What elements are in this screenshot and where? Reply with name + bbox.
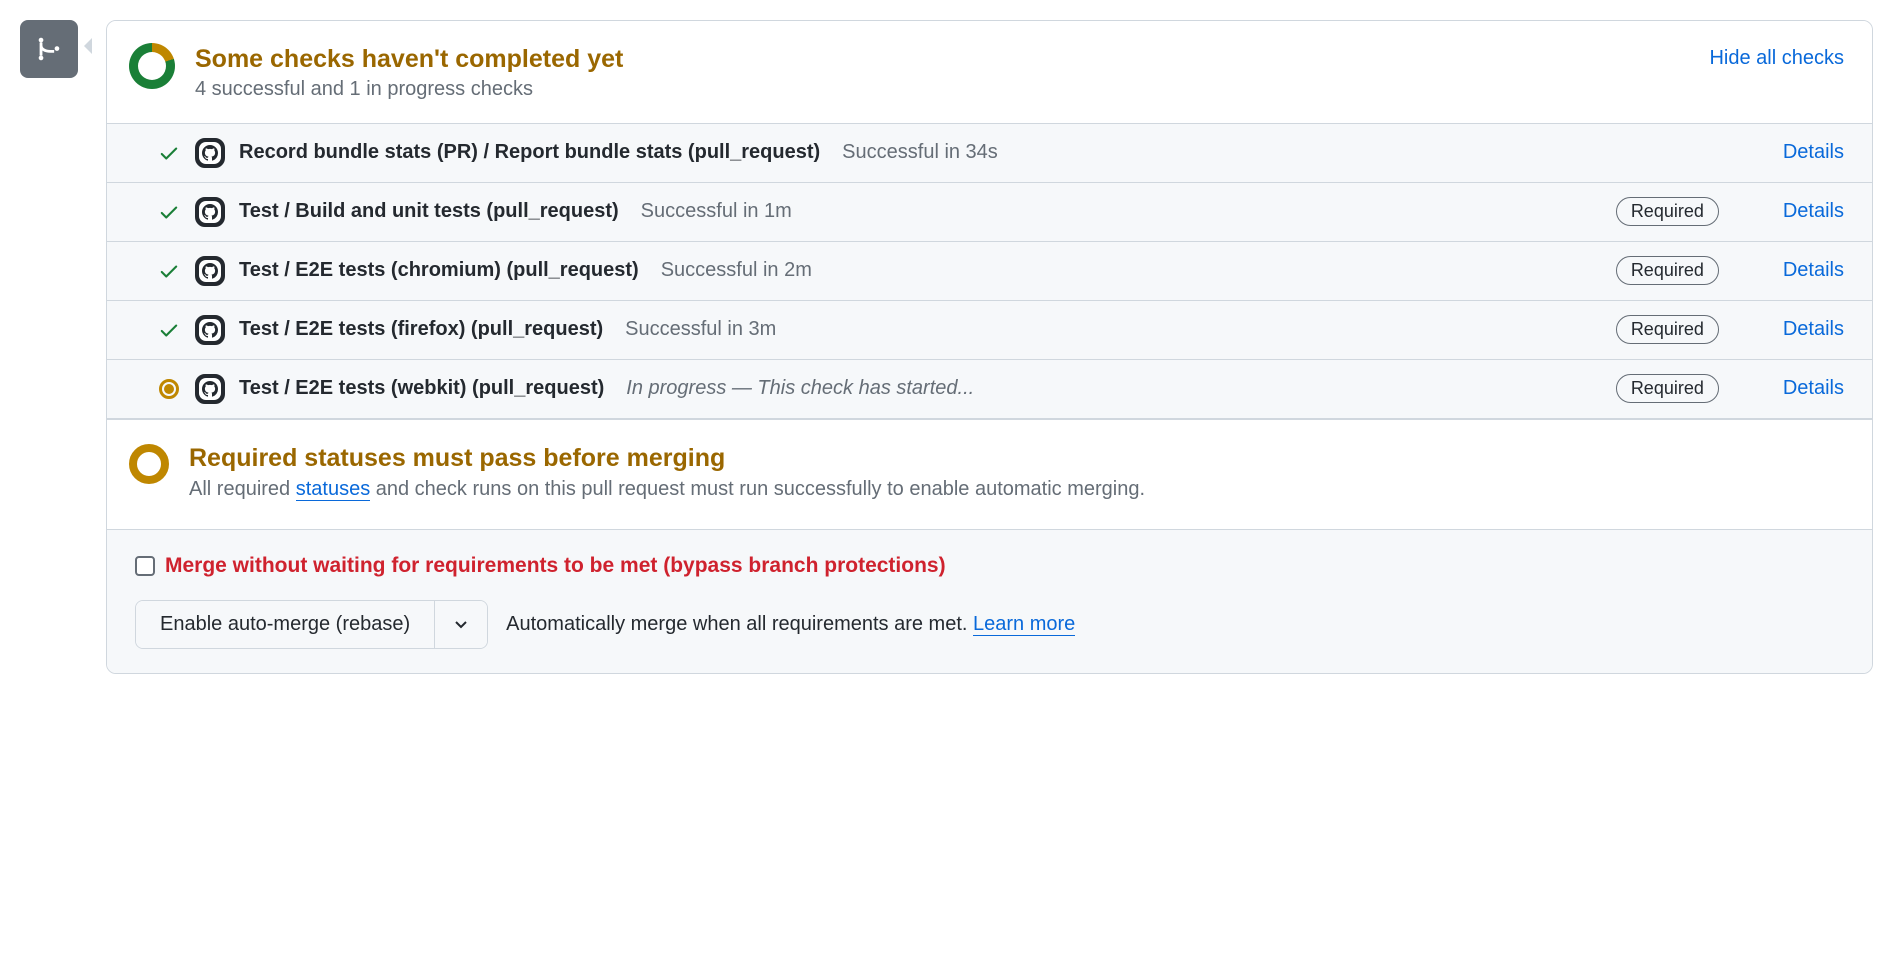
checks-subtitle: 4 successful and 1 in progress checks xyxy=(195,78,1689,101)
check-details-link[interactable]: Details xyxy=(1783,200,1844,223)
learn-more-link[interactable]: Learn more xyxy=(973,613,1075,636)
check-row: Test / E2E tests (firefox) (pull_request… xyxy=(107,301,1872,360)
check-status-text: Successful in 1m xyxy=(641,200,792,223)
checks-title: Some checks haven't completed yet xyxy=(195,43,1689,76)
pending-ring-icon xyxy=(129,444,169,484)
merge-footer: Merge without waiting for requirements t… xyxy=(107,529,1872,673)
required-statuses-section: Required statuses must pass before mergi… xyxy=(107,419,1872,530)
check-row: Test / Build and unit tests (pull_reques… xyxy=(107,183,1872,242)
check-details-link[interactable]: Details xyxy=(1783,318,1844,341)
checks-list: Record bundle stats (PR) / Report bundle… xyxy=(107,123,1872,419)
check-status-text: Successful in 3m xyxy=(625,318,776,341)
enable-auto-merge-button[interactable]: Enable auto-merge (rebase) xyxy=(136,601,435,648)
git-merge-icon xyxy=(20,20,78,78)
check-name: Test / Build and unit tests (pull_reques… xyxy=(239,200,619,223)
check-row: Test / E2E tests (chromium) (pull_reques… xyxy=(107,242,1872,301)
required-badge: Required xyxy=(1616,374,1719,403)
check-icon xyxy=(158,319,180,341)
checks-header: Some checks haven't completed yet 4 succ… xyxy=(107,21,1872,123)
required-badge: Required xyxy=(1616,256,1719,285)
required-subtitle: All required statuses and check runs on … xyxy=(189,478,1145,501)
required-title: Required statuses must pass before mergi… xyxy=(189,442,1145,475)
donut-progress-icon xyxy=(129,43,175,89)
check-icon xyxy=(158,201,180,223)
check-details-link[interactable]: Details xyxy=(1783,259,1844,282)
check-row: Test / E2E tests (webkit) (pull_request)… xyxy=(107,360,1872,419)
github-actions-icon xyxy=(195,197,225,227)
in-progress-icon xyxy=(159,379,179,399)
caret-down-icon xyxy=(455,621,467,629)
bypass-checkbox[interactable] xyxy=(135,556,155,576)
auto-merge-description: Automatically merge when all requirement… xyxy=(506,613,1075,636)
check-name: Record bundle stats (PR) / Report bundle… xyxy=(239,141,820,164)
check-status-text: Successful in 34s xyxy=(842,141,998,164)
bypass-label[interactable]: Merge without waiting for requirements t… xyxy=(165,554,946,578)
github-actions-icon xyxy=(195,374,225,404)
check-icon xyxy=(158,260,180,282)
check-icon xyxy=(158,142,180,164)
check-details-link[interactable]: Details xyxy=(1783,377,1844,400)
required-badge: Required xyxy=(1616,197,1719,226)
hide-all-checks-link[interactable]: Hide all checks xyxy=(1709,47,1844,70)
statuses-link[interactable]: statuses xyxy=(296,478,370,501)
github-actions-icon xyxy=(195,315,225,345)
auto-merge-button-group: Enable auto-merge (rebase) xyxy=(135,600,488,649)
check-details-link[interactable]: Details xyxy=(1783,141,1844,164)
merge-dropdown-button[interactable] xyxy=(435,601,487,648)
check-row: Record bundle stats (PR) / Report bundle… xyxy=(107,124,1872,183)
check-name: Test / E2E tests (webkit) (pull_request) xyxy=(239,377,604,400)
merge-status-box: Some checks haven't completed yet 4 succ… xyxy=(106,20,1873,674)
check-name: Test / E2E tests (firefox) (pull_request… xyxy=(239,318,603,341)
check-status-text: In progress — This check has started... xyxy=(626,377,974,400)
github-actions-icon xyxy=(195,256,225,286)
required-badge: Required xyxy=(1616,315,1719,344)
github-actions-icon xyxy=(195,138,225,168)
check-name: Test / E2E tests (chromium) (pull_reques… xyxy=(239,259,639,282)
check-status-text: Successful in 2m xyxy=(661,259,812,282)
